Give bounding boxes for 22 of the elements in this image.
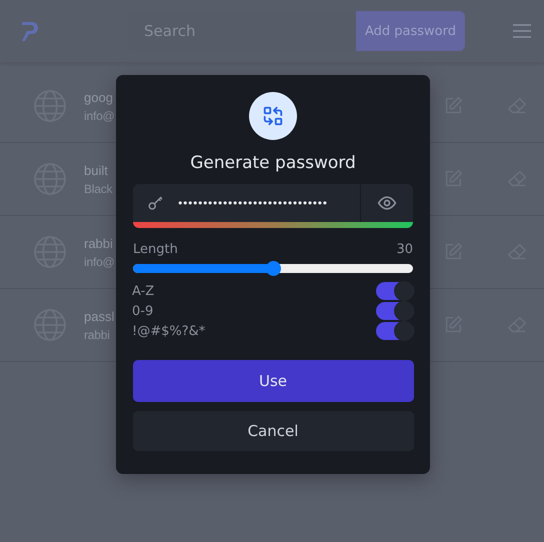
- slider-thumb[interactable]: [266, 261, 281, 276]
- option-label: 0-9: [132, 304, 154, 318]
- password-field[interactable]: ••••••••••••••••••••••••••••••: [133, 184, 413, 222]
- entry-title: passl: [84, 308, 114, 324]
- option-label: !@#$%?&*: [132, 324, 206, 338]
- entry-title: built: [84, 162, 109, 178]
- generate-icon: [249, 92, 297, 140]
- use-button[interactable]: Use: [132, 360, 414, 402]
- menu-icon[interactable]: [512, 23, 532, 39]
- length-value: 30: [396, 242, 413, 257]
- length-label: Length: [133, 242, 178, 257]
- dialog-title: Generate password: [190, 153, 356, 173]
- entry-title: goog: [84, 90, 114, 104]
- cancel-button[interactable]: Cancel: [132, 411, 414, 451]
- option-label: A-Z: [132, 284, 154, 298]
- key-icon: [147, 194, 165, 212]
- toggle-switch[interactable]: [376, 302, 414, 320]
- toggle-switch[interactable]: [376, 282, 414, 300]
- length-slider[interactable]: [133, 264, 413, 273]
- logo-icon: [20, 20, 40, 42]
- toggle-switch[interactable]: [376, 322, 414, 340]
- entry-title: rabbi: [84, 236, 114, 250]
